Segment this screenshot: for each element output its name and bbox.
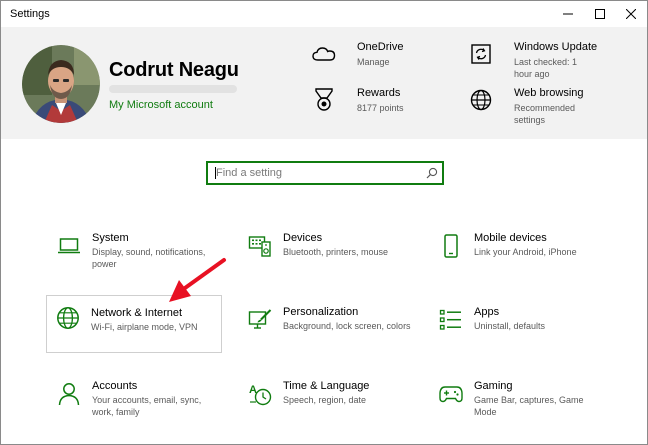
window-title: Settings bbox=[10, 8, 50, 20]
microsoft-account-link[interactable]: My Microsoft account bbox=[109, 99, 213, 111]
category-subtitle: Wi-Fi, airplane mode, VPN bbox=[91, 322, 198, 332]
globe-icon bbox=[54, 304, 82, 332]
category-title: Personalization bbox=[283, 306, 359, 318]
onedrive-title: OneDrive bbox=[357, 41, 404, 53]
category-devices[interactable]: Devices Bluetooth, printers, mouse bbox=[238, 226, 414, 284]
category-subtitle: Background, lock screen, colors bbox=[283, 321, 411, 331]
time-language-icon: A bbox=[246, 380, 274, 408]
category-subtitle: Speech, region, date bbox=[283, 395, 367, 405]
search-input[interactable] bbox=[208, 163, 418, 183]
maximize-button[interactable] bbox=[584, 1, 616, 27]
sync-icon bbox=[468, 41, 494, 67]
maximize-icon bbox=[595, 9, 605, 19]
close-icon bbox=[626, 9, 636, 19]
category-title: Gaming bbox=[474, 380, 513, 392]
search-box[interactable] bbox=[206, 161, 444, 185]
onedrive-subtitle: Manage bbox=[357, 57, 390, 67]
title-bar: Settings bbox=[1, 1, 647, 27]
category-subtitle: Link your Android, iPhone bbox=[474, 247, 577, 257]
category-personalization[interactable]: Personalization Background, lock screen,… bbox=[238, 300, 414, 358]
gamepad-icon bbox=[437, 380, 465, 408]
category-subtitle: Game Bar, captures, Game Mode bbox=[474, 395, 584, 417]
category-apps[interactable]: Apps Uninstall, defaults bbox=[429, 300, 605, 358]
category-title: Apps bbox=[474, 306, 500, 318]
category-subtitle: Your accounts, email, sync, work, family bbox=[92, 395, 202, 417]
search-icon[interactable] bbox=[426, 167, 438, 179]
category-title: Mobile devices bbox=[474, 232, 547, 244]
minimize-button[interactable] bbox=[552, 1, 584, 27]
avatar[interactable] bbox=[22, 45, 100, 123]
text-caret bbox=[215, 167, 216, 179]
category-subtitle: Bluetooth, printers, mouse bbox=[283, 247, 389, 257]
settings-window: Settings Codrut Neagu My Microsoft accou… bbox=[0, 0, 648, 445]
laptop-icon bbox=[55, 232, 83, 260]
category-title: Time & Language bbox=[283, 380, 370, 392]
windows-update-subtitle: Last checked: 1 hour ago bbox=[514, 57, 578, 79]
user-name: Codrut Neagu bbox=[109, 59, 239, 81]
user-photo-icon bbox=[22, 45, 100, 123]
category-title: System bbox=[92, 232, 129, 244]
red-arrow-icon bbox=[169, 258, 226, 302]
category-title: Devices bbox=[283, 232, 323, 244]
phone-icon bbox=[437, 232, 465, 260]
keyboard-speaker-icon bbox=[246, 232, 274, 260]
windows-update-title: Windows Update bbox=[514, 41, 598, 53]
web-browsing-subtitle: Recommended settings bbox=[514, 103, 576, 125]
person-icon bbox=[55, 380, 83, 408]
rewards-title: Rewards bbox=[357, 87, 401, 99]
category-title: Network & Internet bbox=[91, 307, 183, 319]
category-mobile-devices[interactable]: Mobile devices Link your Android, iPhone bbox=[429, 226, 605, 284]
rewards-subtitle: 8177 points bbox=[357, 103, 404, 113]
category-accounts[interactable]: Accounts Your accounts, email, sync, wor… bbox=[47, 374, 223, 432]
apps-list-icon bbox=[437, 306, 465, 334]
category-subtitle: Uninstall, defaults bbox=[474, 321, 546, 331]
minimize-icon bbox=[563, 13, 573, 15]
user-email-redacted bbox=[109, 85, 237, 93]
account-header: Codrut Neagu My Microsoft account OneDri… bbox=[1, 27, 647, 139]
close-button[interactable] bbox=[615, 1, 647, 27]
globe-icon bbox=[468, 87, 494, 113]
category-time-language[interactable]: A Time & Language Speech, region, date bbox=[238, 374, 414, 432]
cloud-icon bbox=[311, 41, 337, 67]
web-browsing-title: Web browsing bbox=[514, 87, 584, 99]
medal-icon bbox=[311, 87, 337, 113]
paint-icon bbox=[246, 306, 274, 334]
category-gaming[interactable]: Gaming Game Bar, captures, Game Mode bbox=[429, 374, 605, 432]
category-title: Accounts bbox=[92, 380, 138, 392]
